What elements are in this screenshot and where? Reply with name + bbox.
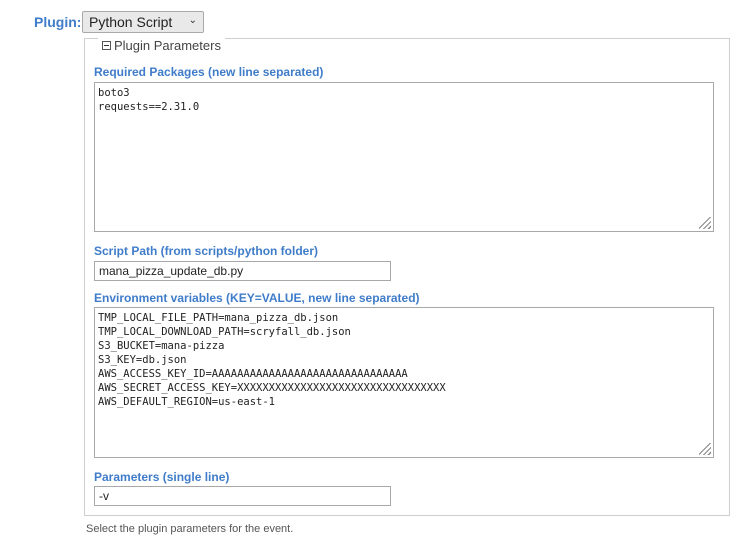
plugin-select-value: Python Script [89, 14, 173, 30]
plugin-parameters-legend[interactable]: Plugin Parameters [98, 38, 225, 53]
plugin-label: Plugin: [34, 14, 82, 30]
collapse-icon[interactable] [102, 41, 111, 50]
help-text: Select the plugin parameters for the eve… [86, 523, 294, 535]
resize-handle[interactable] [699, 217, 711, 229]
script-path-label: Script Path (from scripts/python folder) [94, 244, 319, 258]
script-path-input[interactable] [94, 261, 391, 281]
legend-title: Plugin Parameters [114, 38, 221, 53]
parameters-label: Parameters (single line) [94, 470, 230, 484]
env-vars-label: Environment variables (KEY=VALUE, new li… [94, 291, 420, 305]
env-vars-textarea[interactable]: TMP_LOCAL_FILE_PATH=mana_pizza_db.json T… [94, 307, 714, 458]
parameters-input[interactable] [94, 486, 391, 506]
required-packages-label: Required Packages (new line separated) [94, 65, 324, 79]
plugin-select[interactable]: Python Script ⌄ [82, 11, 204, 33]
chevron-down-icon: ⌄ [188, 15, 197, 26]
required-packages-textarea[interactable]: boto3 requests==2.31.0 [94, 82, 714, 232]
resize-handle[interactable] [699, 443, 711, 455]
